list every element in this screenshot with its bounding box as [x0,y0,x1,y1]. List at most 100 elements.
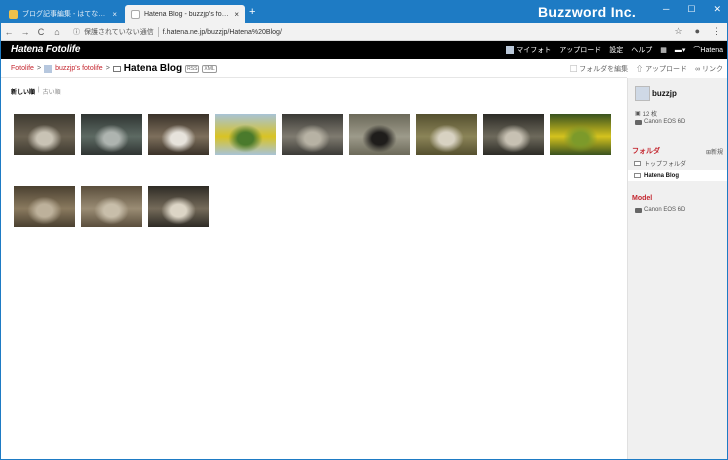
breadcrumb-fotolife[interactable]: Fotolife [11,65,34,72]
folder-icon [112,65,121,72]
folder-heading: フォルダ [632,148,660,155]
photo-thumbnail[interactable] [349,114,410,155]
tab-title: Hatena Blog - buzzjp's fotolife [144,10,231,18]
maximize-icon[interactable]: ☐ [687,4,695,15]
browser-window: ブログ記事編集 - はてなブログ × Hatena Blog - buzzjp'… [0,0,728,460]
back-icon[interactable]: ← [1,27,17,37]
forward-icon[interactable]: → [17,27,33,37]
link-action[interactable]: ∞ リンク [695,64,723,74]
camera-icon [635,207,642,213]
profile-icon[interactable]: ● [695,26,700,37]
photo-thumbnail[interactable] [148,186,209,227]
xml-badge[interactable]: XML [202,64,217,73]
user-avatar-icon [44,64,53,73]
user-avatar[interactable] [635,86,650,101]
photo-thumbnail[interactable] [550,114,611,155]
page-title: Hatena Blog [123,63,183,74]
breadcrumb-sep: > [105,65,110,72]
fotolife-logo[interactable]: Hatena Fotolife [11,44,80,55]
title-bar: ブログ記事編集 - はてなブログ × Hatena Blog - buzzjp'… [1,1,727,23]
photo-thumbnail[interactable] [282,114,343,155]
hatena-header: Hatena Fotolife マイフォト アップロード 設定 ヘルプ ▦ ▬▾… [1,41,727,59]
bookmark-star-icon[interactable]: ☆ [674,26,682,37]
header-nav: マイフォト アップロード 設定 ヘルプ ▦ ▬▾ ⌒Hatena [506,45,723,55]
header-divider [1,77,627,78]
new-folder-button[interactable]: ⊞新規 [706,147,723,156]
edit-folder-link[interactable]: ▢ フォルダを編集 [570,64,628,74]
tab-fotolife[interactable]: Hatena Blog - buzzjp's fotolife × [125,5,245,23]
photo-count-text: 12 枚 [642,112,658,118]
minimize-icon[interactable]: ─ [663,4,669,15]
security-label: 保護されていない通信 [84,29,154,36]
window-controls: ─ ☐ ✕ [663,4,721,15]
myphoto-label: マイフォト [516,47,552,54]
photo-thumbnail[interactable] [14,186,75,227]
omnibox-divider [157,27,159,37]
grid-menu-icon[interactable]: ▦ [660,46,667,54]
upload-link[interactable]: アップロード [559,45,601,55]
sort-divider: | [38,87,40,93]
close-window-icon[interactable]: ✕ [713,4,721,15]
folder-open-icon [634,173,641,178]
model-label: Canon EOS 6D [644,207,686,213]
sidebar: buzzjp ▣ 12 枚 Canon EOS 6D フォルダ ⊞新規 トップフォ… [627,78,727,459]
breadcrumb-sep: > [36,65,42,72]
photo-thumbnail[interactable] [81,114,142,155]
sort-oldest[interactable]: 古い順 [43,87,61,96]
camera-info: Canon EOS 6D [635,119,685,125]
photo-count: ▣ 12 枚 [635,109,657,118]
hatena-account-label: Hatena [700,47,723,54]
upload-action-link[interactable]: ⇧ アップロード [636,64,687,74]
breadcrumb-user[interactable]: buzzjp's fotolife [55,65,103,72]
rss-badge[interactable]: RSS [185,64,200,73]
folder-icon [634,161,641,166]
myphoto-link[interactable]: マイフォト [506,45,551,55]
link-label: リンク [702,66,723,73]
tab-title: ブログ記事編集 - はてなブログ [22,11,108,18]
home-icon[interactable]: ⌂ [49,27,65,37]
camera-text: Canon EOS 6D [644,119,686,125]
sidebar-item-label: Hatena Blog [644,172,680,179]
url-text[interactable]: f.hatena.ne.jp/buzzjp/Hatena%20Blog/ [163,29,282,36]
chat-caret-icon: ▾ [681,47,686,54]
photo-thumbnail[interactable] [81,186,142,227]
camera-icon [635,119,642,125]
menu-icon[interactable]: ⋮ [712,26,721,37]
sidebar-username[interactable]: buzzjp [652,89,677,98]
photo-thumbnail[interactable] [416,114,477,155]
model-item[interactable]: Canon EOS 6D [635,207,685,213]
page-actions: ▢ フォルダを編集 ⇧ アップロード ∞ リンク [570,64,723,74]
new-folder-label: 新規 [710,150,723,156]
help-link[interactable]: ヘルプ [631,45,652,55]
settings-link[interactable]: 設定 [609,45,623,55]
tab-blog-edit[interactable]: ブログ記事編集 - はてなブログ × [3,5,123,23]
breadcrumb: Fotolife > buzzjp's fotolife > Hatena Bl… [11,63,217,74]
myphoto-icon [506,46,515,55]
tab-close-icon[interactable]: × [112,10,117,19]
sidebar-item-label: トップフォルダ [644,162,687,168]
sort-options: 新しい順 | 古い順 [11,87,61,96]
address-bar[interactable]: ⓘ 保護されていない通信 f.hatena.ne.jp/buzzjp/Haten… [73,25,643,39]
photo-thumbnail[interactable] [483,114,544,155]
photo-thumbnail[interactable] [215,114,276,155]
model-heading: Model [632,195,653,202]
brand-watermark: Buzzword Inc. [538,4,637,20]
photos-icon: ▣ [635,111,641,117]
chat-icon[interactable]: ▬▾ [675,46,686,54]
photo-thumbnail[interactable] [14,114,75,155]
upload-action-label: アップロード [645,66,688,73]
sidebar-item-hatena-blog[interactable]: Hatena Blog [628,170,727,181]
info-icon[interactable]: ⓘ [73,27,80,37]
toolbar-right: ☆ ● ⋮ [674,26,721,37]
sidebar-item-top-folder[interactable]: トップフォルダ [628,158,727,169]
reload-icon[interactable]: C [33,27,49,37]
sort-newest[interactable]: 新しい順 [11,87,35,96]
page-favicon-icon [131,9,140,19]
tab-close-icon[interactable]: × [234,10,239,19]
hatena-account-link[interactable]: ⌒Hatena [693,45,723,55]
photo-thumbnail[interactable] [148,114,209,155]
browser-toolbar: ← → C ⌂ ⓘ 保護されていない通信 f.hatena.ne.jp/buzz… [1,23,727,41]
new-tab-button[interactable]: + [249,7,255,18]
blog-favicon-icon [9,9,18,19]
edit-folder-label: フォルダを編集 [579,66,629,73]
